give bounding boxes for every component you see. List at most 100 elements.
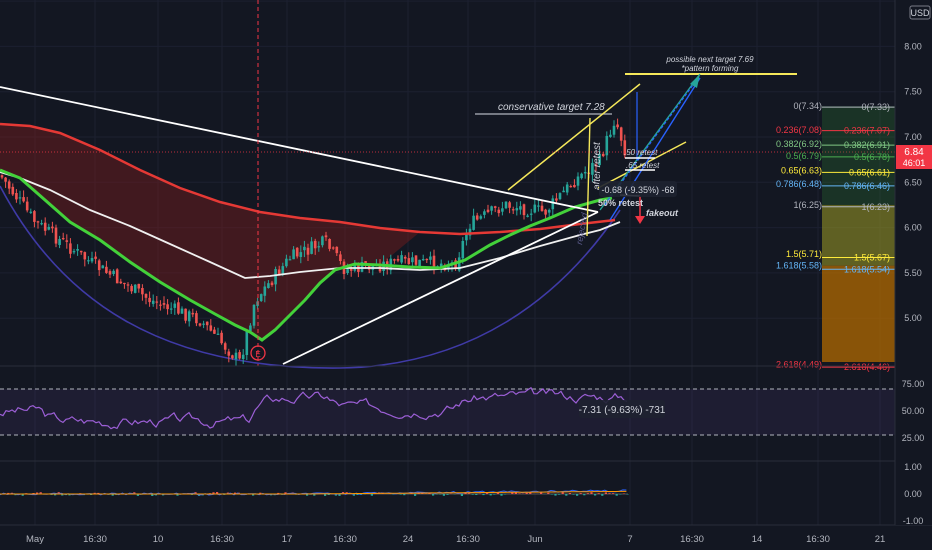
candle bbox=[187, 311, 191, 322]
candle bbox=[94, 256, 97, 259]
candle bbox=[483, 211, 486, 215]
macd-tick-label: 0.00 bbox=[904, 489, 922, 499]
candle bbox=[393, 259, 396, 261]
time-tick-label: 16:30 bbox=[456, 534, 480, 545]
macd-bar bbox=[482, 494, 485, 496]
price-tick-label: 5.50 bbox=[904, 268, 922, 278]
macd-bar bbox=[590, 492, 593, 494]
candle bbox=[4, 177, 7, 182]
time-tick-label: 17 bbox=[282, 534, 293, 545]
candle bbox=[227, 351, 231, 356]
price-axis-bg bbox=[895, 0, 932, 525]
macd-bar bbox=[504, 494, 507, 495]
candle bbox=[205, 321, 209, 326]
macd-bar bbox=[565, 494, 568, 496]
fib-level-label: 1(6.25) bbox=[793, 200, 822, 210]
candle bbox=[151, 300, 155, 304]
candle bbox=[501, 208, 504, 212]
rsi-tick-label: 75.00 bbox=[902, 379, 925, 389]
fib-level-label-right: 1.5(5.67) bbox=[854, 252, 890, 262]
rsi-pane[interactable]: -7.31 (-9.63%) -731 bbox=[0, 386, 895, 436]
candle bbox=[202, 323, 205, 325]
candle bbox=[429, 256, 432, 260]
candle bbox=[105, 266, 108, 273]
price-tick-label: 7.00 bbox=[904, 132, 922, 142]
candle bbox=[184, 308, 187, 321]
fib-level-label: 1.618(5.58) bbox=[776, 261, 822, 271]
candle bbox=[411, 257, 414, 263]
candle bbox=[475, 215, 479, 220]
fib-level-label-right: 0.786(6.46) bbox=[844, 181, 890, 191]
candle bbox=[529, 213, 533, 215]
time-tick-label: 7 bbox=[627, 534, 632, 545]
macd-bar bbox=[547, 492, 550, 494]
macd-bar bbox=[601, 494, 604, 496]
macd-bar bbox=[561, 492, 564, 494]
fib-level-label-right: 1(6.23) bbox=[861, 202, 890, 212]
candle bbox=[609, 134, 612, 137]
conservative-target-label: conservative target 7.28 bbox=[498, 102, 605, 113]
candle bbox=[580, 173, 583, 179]
macd-bar bbox=[475, 494, 478, 495]
candle bbox=[612, 125, 616, 135]
time-tick-label: 16:30 bbox=[806, 534, 830, 545]
candle bbox=[166, 304, 169, 310]
currency-label: USD bbox=[910, 8, 930, 18]
candle bbox=[115, 269, 119, 284]
candle bbox=[349, 268, 353, 271]
macd-tick-label: -1.00 bbox=[903, 516, 924, 526]
candle bbox=[33, 211, 36, 222]
retest-50-label: .50 retest bbox=[624, 148, 658, 157]
macd-bar bbox=[414, 494, 417, 496]
rsi-tick-label: 50.00 bbox=[902, 406, 925, 416]
price-tick-label: 6.00 bbox=[904, 223, 922, 233]
candle bbox=[285, 258, 288, 267]
macd-bar bbox=[572, 494, 575, 495]
price-tick-label: 6.50 bbox=[904, 177, 922, 187]
candle bbox=[238, 352, 241, 359]
macd-bar bbox=[594, 494, 597, 496]
macd-bar bbox=[399, 494, 402, 495]
candle bbox=[515, 208, 519, 211]
candle bbox=[486, 209, 490, 212]
candle bbox=[328, 239, 331, 249]
candle bbox=[191, 312, 195, 315]
candle bbox=[90, 258, 94, 262]
price-axis[interactable]: USD 8.00 7.50 7.00 6.50 6.00 5.50 5.00 75.00 50… bbox=[894, 0, 932, 526]
fib-zone-lower bbox=[822, 265, 895, 362]
macd-bar bbox=[615, 494, 618, 496]
candle bbox=[130, 285, 133, 292]
candle bbox=[313, 240, 317, 249]
stock-chart[interactable]: 0(7.34) 0(7.33) 0.236(7.08) 0.236(7.07) 0.38… bbox=[0, 0, 932, 550]
candle bbox=[479, 216, 483, 219]
candle bbox=[101, 265, 105, 269]
candle bbox=[519, 206, 522, 210]
candle bbox=[414, 255, 418, 265]
time-tick-label: 16:30 bbox=[680, 534, 704, 545]
macd-tick-label: 1.00 bbox=[904, 462, 922, 472]
macd-bar bbox=[568, 493, 571, 494]
time-axis[interactable]: May 16:30 10 16:30 17 16:30 24 16:30 Jun 7 16:30 14… bbox=[26, 534, 885, 545]
candle bbox=[213, 329, 216, 334]
candle bbox=[173, 303, 177, 308]
candle bbox=[526, 215, 529, 217]
candle bbox=[69, 243, 72, 254]
candle bbox=[403, 256, 407, 259]
macd-bar bbox=[622, 493, 625, 494]
candle bbox=[159, 304, 162, 306]
earnings-label: E bbox=[255, 350, 260, 359]
candle bbox=[36, 221, 40, 223]
candle bbox=[551, 198, 555, 210]
time-tick-label: 16:30 bbox=[333, 534, 357, 545]
candle bbox=[540, 205, 544, 212]
candle bbox=[220, 332, 223, 344]
candle bbox=[47, 226, 51, 230]
fakeout-label: fakeout bbox=[646, 208, 679, 218]
candle bbox=[537, 205, 540, 207]
macd-bar bbox=[612, 493, 615, 494]
macd-bar bbox=[550, 494, 553, 495]
fib-level-label-right: 0(7.33) bbox=[861, 102, 890, 112]
candle bbox=[162, 303, 166, 305]
candle bbox=[508, 202, 511, 208]
measure-label: -0.68 (-9.35%) -68 bbox=[601, 185, 674, 195]
